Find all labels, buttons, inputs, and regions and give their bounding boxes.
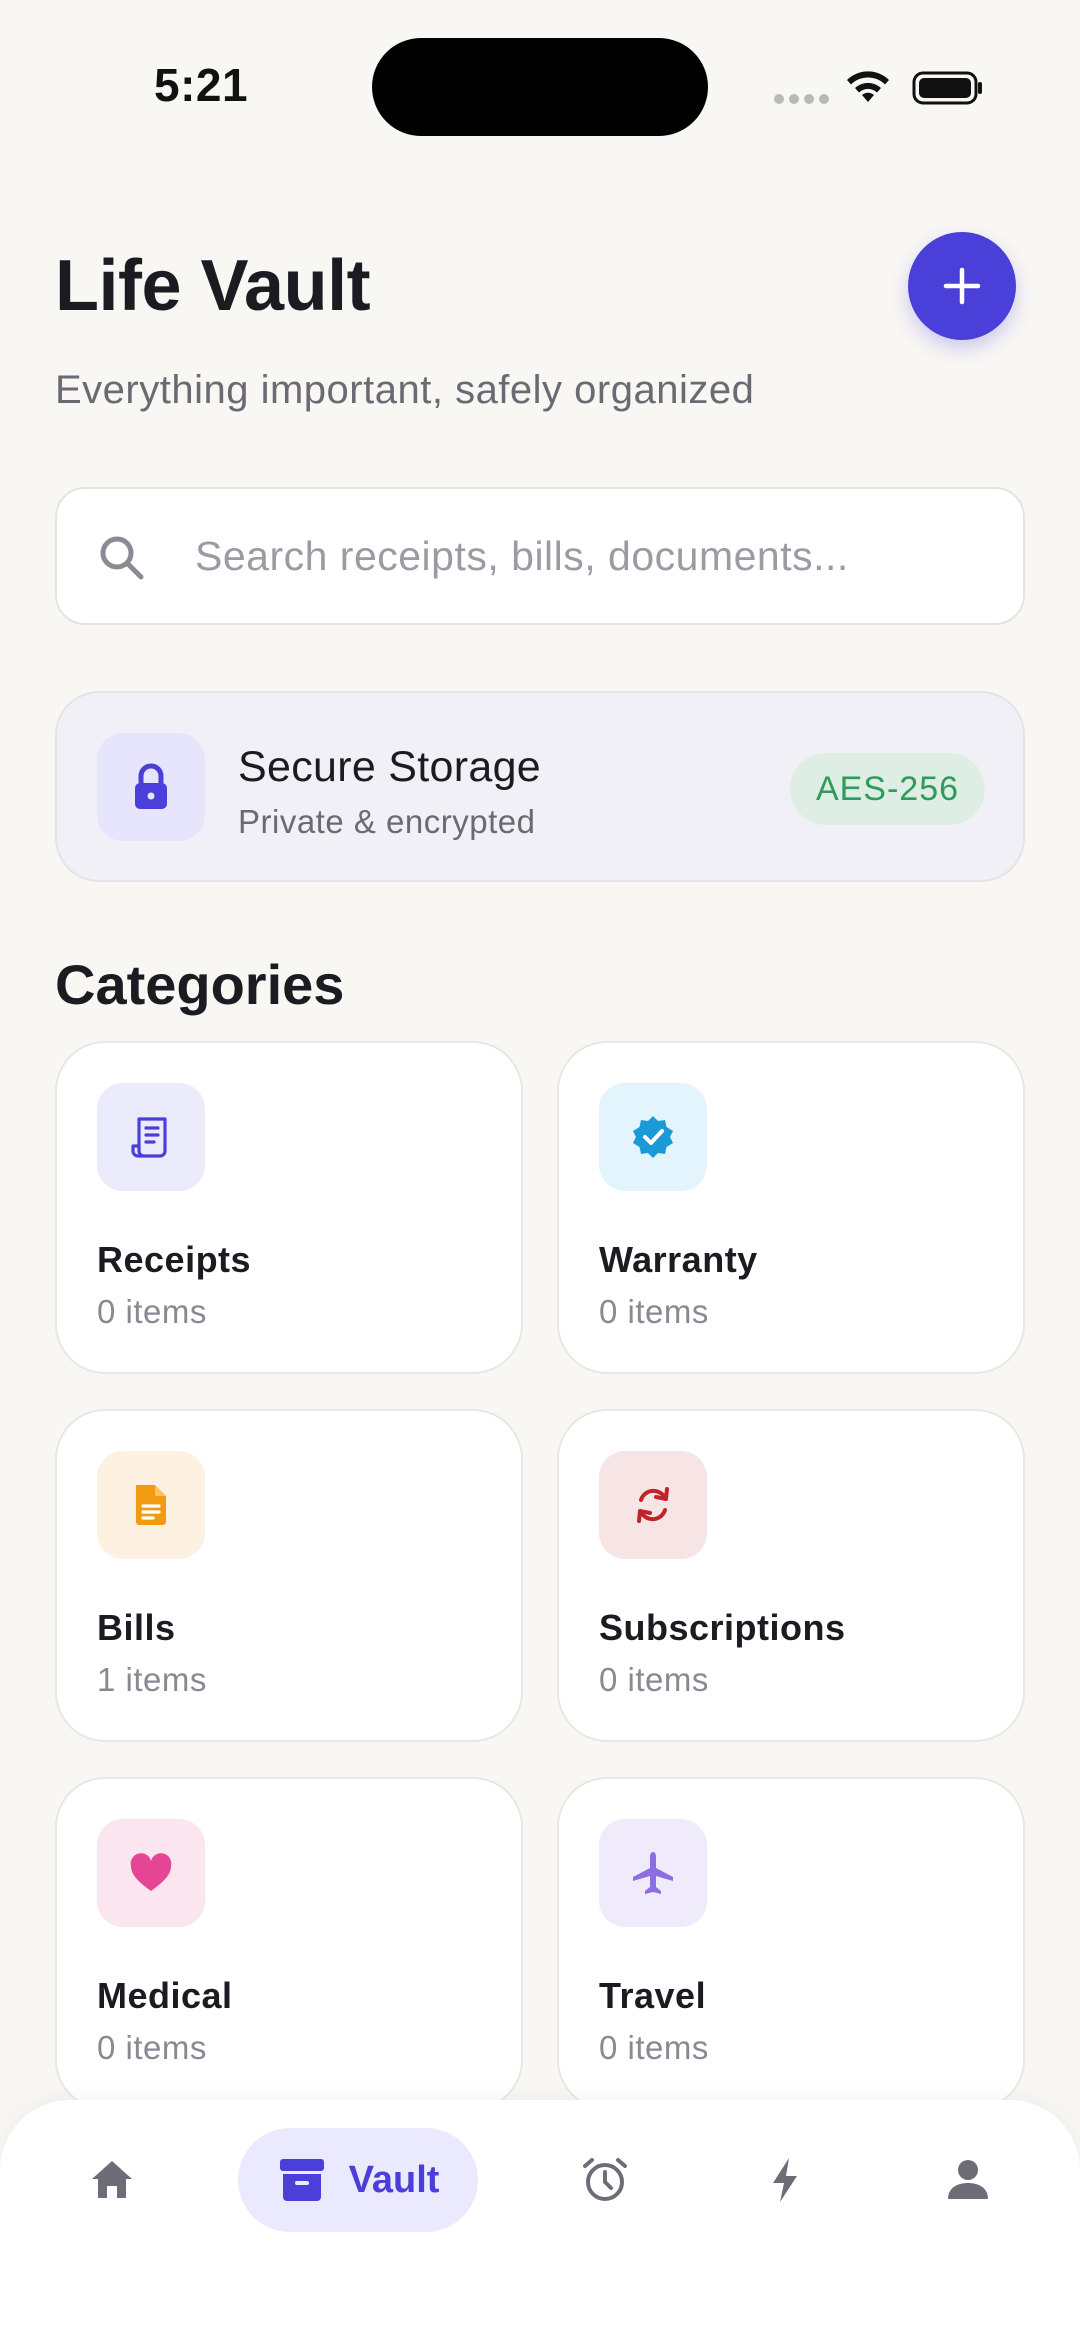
categories-heading: Categories	[55, 953, 345, 1016]
nav-home[interactable]	[62, 2128, 162, 2232]
wifi-icon	[847, 71, 889, 102]
category-name: Travel	[599, 1975, 707, 2016]
document-icon	[136, 1485, 166, 1525]
nav-quick-actions[interactable]	[735, 2128, 835, 2232]
encryption-badge: AES-256	[790, 753, 985, 825]
category-name: Subscriptions	[599, 1607, 846, 1648]
category-name: Receipts	[97, 1239, 252, 1280]
nav-profile[interactable]	[918, 2128, 1018, 2232]
status-bar: 5:21	[0, 0, 1080, 170]
category-count: 1 items	[97, 1661, 207, 1698]
category-count: 0 items	[97, 1293, 207, 1330]
search-icon	[100, 536, 144, 580]
category-card-warranty[interactable]: Warranty 0 items	[557, 1041, 1025, 1374]
dynamic-island	[372, 38, 708, 136]
category-count: 0 items	[599, 1661, 709, 1698]
receipt-icon	[131, 1117, 167, 1158]
nav-vault[interactable]: Vault	[238, 2128, 478, 2232]
category-card-bills[interactable]: Bills 1 items	[55, 1409, 523, 1742]
secure-storage-title: Secure Storage	[238, 743, 541, 791]
lightning-icon	[773, 2158, 797, 2202]
category-card-receipts[interactable]: Receipts 0 items	[55, 1041, 523, 1374]
nav-vault-label: Vault	[348, 2158, 440, 2201]
heart-icon	[130, 1853, 172, 1891]
category-card-travel[interactable]: Travel 0 items	[557, 1777, 1025, 2110]
battery-icon	[912, 71, 982, 105]
lock-icon	[135, 763, 167, 809]
subscriptions-icon-container	[599, 1451, 707, 1559]
page-title: Life Vault	[55, 246, 371, 326]
category-count: 0 items	[599, 2029, 709, 2066]
archive-icon	[279, 2159, 324, 2201]
plus-icon	[943, 267, 981, 305]
secure-storage-card[interactable]: Secure Storage Private & encrypted AES-2…	[55, 691, 1025, 882]
receipts-icon-container	[97, 1083, 205, 1191]
category-name: Bills	[97, 1607, 176, 1648]
secure-storage-subtitle: Private & encrypted	[238, 803, 536, 840]
category-count: 0 items	[97, 2029, 207, 2066]
category-card-medical[interactable]: Medical 0 items	[55, 1777, 523, 2110]
refresh-icon	[637, 1487, 669, 1523]
person-icon	[948, 2160, 988, 2199]
category-count: 0 items	[599, 1293, 709, 1330]
search-input[interactable]	[195, 489, 995, 623]
home-icon	[92, 2161, 132, 2198]
medical-icon-container	[97, 1819, 205, 1927]
bottom-navigation: Vault	[0, 2100, 1080, 2348]
category-name: Medical	[97, 1975, 233, 2016]
secure-icon-container	[97, 733, 205, 841]
category-card-subscriptions[interactable]: Subscriptions 0 items	[557, 1409, 1025, 1742]
add-item-button[interactable]	[908, 232, 1016, 340]
verified-badge-icon	[633, 1116, 673, 1158]
category-name: Warranty	[599, 1239, 758, 1280]
nav-reminders[interactable]	[555, 2128, 655, 2232]
travel-icon-container	[599, 1819, 707, 1927]
status-time: 5:21	[154, 59, 249, 111]
cellular-signal-icon	[774, 94, 829, 104]
page-subtitle: Everything important, safely organized	[55, 368, 755, 412]
airplane-icon	[633, 1852, 673, 1894]
alarm-clock-icon	[583, 2158, 627, 2201]
warranty-icon-container	[599, 1083, 707, 1191]
search-bar[interactable]	[55, 487, 1025, 625]
bills-icon-container	[97, 1451, 205, 1559]
